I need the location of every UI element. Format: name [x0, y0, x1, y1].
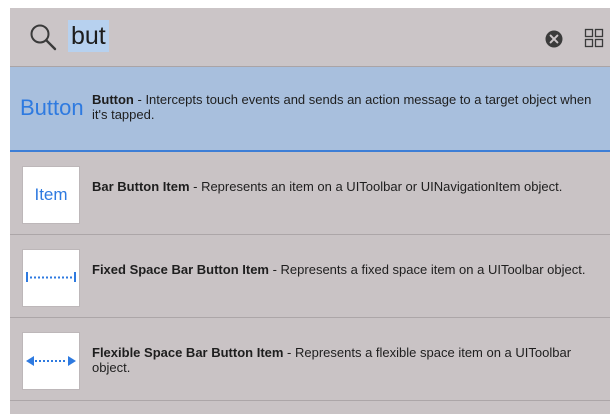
result-description: Bar Button Item - Represents an item on …	[92, 179, 597, 194]
result-description: Button - Intercepts touch events and sen…	[92, 92, 597, 122]
fixed-space-thumbnail	[22, 249, 80, 307]
result-title: Button	[92, 92, 134, 107]
result-separator: -	[283, 345, 295, 360]
result-row-bar-button-item[interactable]: Item Bar Button Item - Represents an ite…	[10, 152, 610, 235]
search-bar: but	[10, 8, 610, 67]
result-row-fixed-space[interactable]: Fixed Space Bar Button Item - Represents…	[10, 235, 610, 318]
search-input[interactable]: but	[68, 20, 109, 52]
result-description-text: Represents a fixed space item on a UIToo…	[280, 262, 586, 277]
result-separator: -	[189, 179, 202, 194]
result-separator: -	[268, 262, 281, 277]
fixed-space-icon	[26, 272, 76, 282]
result-description-text: Represents an item on a UIToolbar or UIN…	[201, 179, 563, 194]
flexible-space-thumbnail	[22, 332, 80, 390]
results-list: Button Button - Intercepts touch events …	[10, 67, 610, 401]
result-title: Flexible Space Bar Button Item	[92, 345, 284, 360]
flexible-space-icon	[26, 356, 76, 366]
search-icon	[30, 24, 57, 51]
result-description-text: Intercepts touch events and sends an act…	[92, 92, 592, 122]
result-description: Fixed Space Bar Button Item - Represents…	[92, 262, 597, 277]
result-separator: -	[133, 92, 146, 107]
result-row-flexible-space[interactable]: Flexible Space Bar Button Item - Represe…	[10, 318, 610, 401]
thumbnail-label: Item	[34, 185, 68, 204]
bar-button-item-thumbnail: Item	[22, 166, 80, 224]
result-title: Fixed Space Bar Button Item	[92, 262, 269, 277]
clear-icon[interactable]	[545, 30, 563, 48]
result-title: Bar Button Item	[92, 179, 190, 194]
object-library-panel: but Button Button - Intercepts touch eve…	[10, 8, 610, 414]
result-row-button[interactable]: Button Button - Intercepts touch events …	[10, 67, 610, 152]
button-preview-label: Button	[20, 95, 84, 120]
grid-view-icon[interactable]	[584, 28, 604, 48]
result-description: Flexible Space Bar Button Item - Represe…	[92, 345, 597, 375]
